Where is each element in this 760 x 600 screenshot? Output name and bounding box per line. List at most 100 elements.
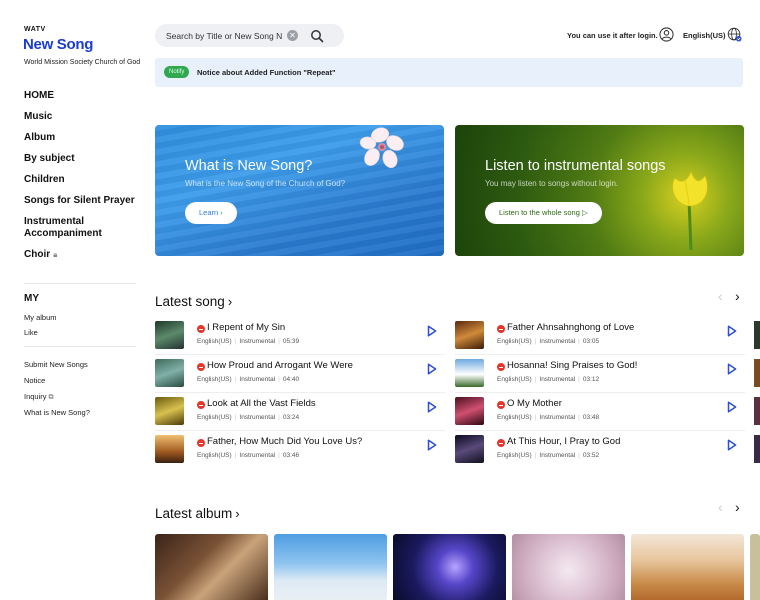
next-song-thumbnail-peek — [754, 321, 760, 349]
song-thumbnail[interactable] — [155, 359, 184, 387]
new-badge-icon — [497, 401, 505, 409]
clear-search-icon[interactable]: ✕ — [287, 30, 298, 41]
brand-watv[interactable]: WATV — [24, 26, 46, 33]
nav-inquiry[interactable]: Inquiry ⧉ — [24, 392, 54, 402]
meta-separator: | — [578, 376, 580, 383]
song-row[interactable]: How Proud and Arrogant We Were English(US… — [155, 355, 445, 393]
album-card[interactable] — [274, 534, 387, 600]
song-title[interactable]: I Repent of My Sin — [207, 322, 285, 333]
banner-subtitle: You may listen to songs without login. — [485, 179, 619, 188]
latest-album-label: Latest album — [155, 506, 233, 521]
song-thumbnail[interactable] — [455, 321, 484, 349]
nav-album[interactable]: Album — [24, 132, 136, 144]
song-title[interactable]: Look at All the Vast Fields — [207, 398, 316, 409]
song-meta: English(US) | Instrumental | 03:12 — [497, 376, 599, 383]
new-badge-icon — [197, 363, 205, 371]
meta-separator: | — [278, 452, 280, 459]
song-duration: 03:05 — [582, 338, 600, 345]
nav-notice[interactable]: Notice — [24, 376, 45, 385]
nav-like[interactable]: Like — [24, 328, 38, 337]
nav-my-album[interactable]: My album — [24, 313, 57, 322]
song-thumbnail[interactable] — [455, 435, 484, 463]
globe-icon[interactable] — [727, 27, 742, 42]
album-card[interactable] — [631, 534, 744, 600]
play-icon[interactable] — [727, 439, 737, 451]
search-icon[interactable] — [309, 28, 325, 44]
song-row[interactable]: Hosanna! Sing Praises to God! English(US)… — [455, 355, 745, 393]
song-thumbnail[interactable] — [155, 321, 184, 349]
play-small-icon: ▷ — [581, 208, 588, 217]
learn-button-label: Learn — [199, 208, 219, 217]
song-duration: 04:40 — [282, 376, 300, 383]
lock-icon: 🔒︎ — [53, 250, 58, 259]
play-icon[interactable] — [727, 363, 737, 375]
user-icon[interactable] — [659, 27, 674, 42]
song-language: English(US) — [497, 452, 532, 459]
album-card[interactable] — [393, 534, 506, 600]
brand-logo[interactable]: New Song — [23, 36, 93, 53]
banner-instrumental[interactable]: Listen to instrumental songs You may lis… — [455, 125, 744, 256]
next-arrow-icon[interactable]: › — [735, 289, 740, 303]
album-card[interactable] — [155, 534, 268, 600]
language-selector[interactable]: English(US) — [683, 31, 726, 40]
search-bar: ✕ — [155, 24, 344, 47]
play-icon[interactable] — [427, 439, 437, 451]
play-icon[interactable] — [727, 325, 737, 337]
nav-choir-label: Choir — [24, 249, 51, 260]
song-duration: 03:12 — [582, 376, 600, 383]
nav-children[interactable]: Children — [24, 174, 136, 186]
nav-home[interactable]: HOME — [24, 90, 136, 102]
nav-by-subject[interactable]: By subject — [24, 153, 136, 165]
nav-submit-songs[interactable]: Submit New Songs — [24, 360, 88, 369]
nav-choir[interactable]: Choir 🔒︎ — [24, 249, 136, 261]
song-meta: English(US) | Instrumental | 03:48 — [497, 414, 599, 421]
notice-text: Notice about Added Function "Repeat" — [197, 68, 336, 77]
song-title[interactable]: Father, How Much Did You Love Us? — [207, 436, 362, 447]
song-row[interactable]: Father, How Much Did You Love Us? English… — [155, 431, 445, 469]
song-row[interactable]: Look at All the Vast Fields English(US) | I… — [155, 393, 445, 431]
next-song-thumbnail-peek — [754, 397, 760, 425]
song-language: English(US) — [497, 338, 532, 345]
song-title[interactable]: Hosanna! Sing Praises to God! — [507, 360, 637, 371]
nav-silent-prayer[interactable]: Songs for Silent Prayer — [24, 195, 136, 207]
nav-what-is-new-song[interactable]: What is New Song? — [24, 408, 90, 417]
search-input[interactable] — [166, 28, 284, 43]
song-row[interactable]: Father Ahnsahnghong of Love English(US) | I… — [455, 317, 745, 355]
song-thumbnail[interactable] — [155, 435, 184, 463]
song-title[interactable]: Father Ahnsahnghong of Love — [507, 322, 634, 333]
song-row[interactable]: O My Mother English(US) | Instrumental | 03:4… — [455, 393, 745, 431]
album-card[interactable] — [750, 534, 760, 600]
song-duration: 03:52 — [582, 452, 600, 459]
play-icon[interactable] — [427, 325, 437, 337]
play-icon[interactable] — [727, 401, 737, 413]
song-title[interactable]: At This Hour, I Pray to God — [507, 436, 620, 447]
banner-title: Listen to instrumental songs — [485, 158, 666, 174]
listen-whole-song-button[interactable]: Listen to the whole song ▷ — [485, 202, 602, 224]
learn-button[interactable]: Learn › — [185, 202, 237, 224]
meta-separator: | — [278, 338, 280, 345]
next-song-thumbnail-peek — [754, 435, 760, 463]
nav-instrumental[interactable]: Instrumental Accompaniment — [24, 216, 136, 240]
song-title[interactable]: How Proud and Arrogant We Were — [207, 360, 353, 371]
notice-bar[interactable]: Notify Notice about Added Function "Repe… — [155, 58, 743, 87]
song-duration: 03:46 — [282, 452, 300, 459]
song-meta: English(US) | Instrumental | 03:24 — [197, 414, 299, 421]
song-row[interactable]: At This Hour, I Pray to God English(US) | I… — [455, 431, 745, 469]
play-icon[interactable] — [427, 363, 437, 375]
play-icon[interactable] — [427, 401, 437, 413]
album-card[interactable] — [512, 534, 625, 600]
song-thumbnail[interactable] — [455, 359, 484, 387]
prev-arrow-icon[interactable]: ‹ — [718, 289, 723, 303]
meta-separator: | — [234, 376, 237, 383]
chevron-right-icon: › — [235, 506, 240, 521]
latest-song-title[interactable]: Latest song › — [155, 294, 232, 309]
banner-what-is-new-song[interactable]: What is New Song? What is the New Song o… — [155, 125, 444, 256]
song-thumbnail[interactable] — [155, 397, 184, 425]
song-title[interactable]: O My Mother — [507, 398, 562, 409]
prev-arrow-icon[interactable]: ‹ — [718, 500, 723, 514]
latest-album-title[interactable]: Latest album › — [155, 506, 240, 521]
song-row[interactable]: I Repent of My Sin English(US) | Instrument… — [155, 317, 445, 355]
next-arrow-icon[interactable]: › — [735, 500, 740, 514]
song-thumbnail[interactable] — [455, 397, 484, 425]
nav-music[interactable]: Music — [24, 111, 136, 123]
